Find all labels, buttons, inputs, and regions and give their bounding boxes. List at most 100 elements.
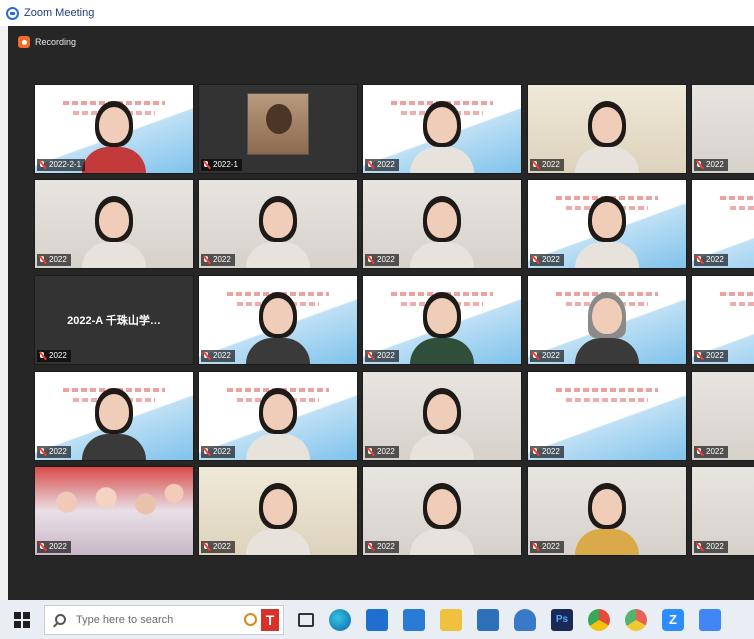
participant-name-label: 2022 <box>694 254 728 266</box>
mic-muted-icon <box>203 256 210 264</box>
windows-taskbar: Type here to search T Ps Z <box>0 600 754 639</box>
participant-name-label: 2022 <box>201 446 235 458</box>
zoom-app-icon[interactable]: Z <box>662 608 684 631</box>
t-app-icon[interactable]: T <box>261 608 279 631</box>
participant-tile[interactable]: 2022 <box>691 275 754 365</box>
edge-browser-icon[interactable] <box>329 608 351 631</box>
participant-name-label: 2022 <box>694 159 728 171</box>
participant-name: 2022 <box>706 447 724 456</box>
file-explorer-icon[interactable] <box>440 608 462 631</box>
chrome-second-icon[interactable] <box>625 608 647 631</box>
participant-tile[interactable]: 2022 <box>34 466 194 556</box>
search-icon <box>55 614 66 625</box>
mic-muted-icon <box>532 161 539 169</box>
mic-muted-icon <box>367 543 374 551</box>
participant-name: 2022 <box>706 351 724 360</box>
taskbar-search-input[interactable]: Type here to search T <box>44 604 284 635</box>
participant-tile[interactable]: 2022 <box>362 371 522 461</box>
participant-name: 2022 <box>377 542 395 551</box>
participant-tile[interactable]: 2022 <box>362 466 522 556</box>
window-title: Zoom Meeting <box>24 7 95 19</box>
participant-name-label: 2022 <box>201 541 235 553</box>
mail-icon[interactable] <box>403 608 425 631</box>
mic-muted-icon <box>532 256 539 264</box>
photoshop-icon[interactable]: Ps <box>551 608 573 631</box>
participant-name-label: 2022 <box>694 350 728 362</box>
mic-muted-icon <box>367 256 374 264</box>
participant-name: 2022 <box>213 542 231 551</box>
participant-tile[interactable]: 2022 <box>527 371 687 461</box>
participant-name: 2022-1 <box>213 160 238 169</box>
participant-name: 2022 <box>542 255 560 264</box>
chrome-icon[interactable] <box>588 608 610 631</box>
participant-name: 2022 <box>706 255 724 264</box>
participant-tile[interactable]: 2022 <box>527 275 687 365</box>
participant-name-label: 2022 <box>365 350 399 362</box>
mic-muted-icon <box>203 161 210 169</box>
participant-tile[interactable]: 2022 <box>198 275 358 365</box>
participant-video <box>407 190 477 268</box>
mic-muted-icon <box>696 352 703 360</box>
participant-tile[interactable]: 2022-1 <box>198 84 358 174</box>
participant-name-label: 2022 <box>530 541 564 553</box>
briefcase-icon[interactable] <box>477 608 499 631</box>
participant-tile[interactable]: 2022 <box>34 179 194 269</box>
participant-tile[interactable]: 2022 <box>198 179 358 269</box>
participant-tile[interactable]: 2022 <box>362 84 522 174</box>
participant-name-label: 2022 <box>37 350 71 362</box>
participant-tile[interactable]: 2022-A 千珠山学… 2022 <box>34 275 194 365</box>
mic-muted-icon <box>39 256 46 264</box>
participant-profile-picture <box>247 93 309 155</box>
participant-tile[interactable]: 2022 <box>198 466 358 556</box>
recording-label: Recording <box>35 37 77 47</box>
video-grid: 2022-2-1 2022-1 2022 2022 2022 2022 2022 2022 20… <box>0 26 754 600</box>
participant-name-label: 2022 <box>530 254 564 266</box>
participant-name-label: 2022 <box>694 541 728 553</box>
participant-name: 2022 <box>49 447 67 456</box>
recording-indicator[interactable]: Recording <box>18 36 76 48</box>
participant-name-label: 2022 <box>201 350 235 362</box>
participant-name: 2022 <box>542 542 560 551</box>
participant-video <box>79 190 149 268</box>
participant-tile[interactable]: 2022 <box>362 179 522 269</box>
participant-name: 2022 <box>377 447 395 456</box>
participant-tile[interactable]: 2022 <box>527 84 687 174</box>
meeting-gallery-view: 2022-2-1 2022-1 2022 2022 2022 2022 2022 2022 20… <box>0 26 754 600</box>
search-placeholder: Type here to search <box>76 613 174 626</box>
participant-tile[interactable]: 2022 <box>362 275 522 365</box>
mic-muted-icon <box>532 352 539 360</box>
participant-tile[interactable]: 2022 <box>691 466 754 556</box>
cortana-icon[interactable] <box>244 613 257 626</box>
participant-tile[interactable]: 2022 <box>527 179 687 269</box>
participant-tile[interactable]: 2022 <box>34 371 194 461</box>
mic-muted-icon <box>696 161 703 169</box>
participant-name: 2022-2-1 <box>49 160 82 169</box>
zoom-logo-icon <box>6 6 19 20</box>
participant-video <box>407 286 477 364</box>
mic-muted-icon <box>203 352 210 360</box>
participant-tile[interactable]: 2022 <box>691 371 754 461</box>
store-icon[interactable] <box>366 608 388 631</box>
participant-tile[interactable]: 2022 <box>527 466 687 556</box>
participant-tile[interactable]: 2022-2-1 <box>34 84 194 174</box>
participant-tile[interactable]: 2022 <box>691 179 754 269</box>
participant-name: 2022 <box>377 351 395 360</box>
mic-muted-icon <box>367 161 374 169</box>
participant-tile[interactable]: 2022 <box>198 371 358 461</box>
participant-tile[interactable]: 2022 <box>691 84 754 174</box>
participant-name: 2022 <box>542 351 560 360</box>
participant-video <box>407 382 477 460</box>
participant-name: 2022 <box>706 542 724 551</box>
participant-name: 2022 <box>542 160 560 169</box>
task-view-icon[interactable] <box>298 612 314 627</box>
participant-name-label: 2022 <box>365 159 399 171</box>
mic-muted-icon <box>203 543 210 551</box>
participant-name: 2022 <box>213 255 231 264</box>
participant-video <box>572 95 642 173</box>
people-app-icon[interactable] <box>514 608 536 631</box>
window-titlebar: Zoom Meeting <box>0 0 754 26</box>
participant-name-label: 2022 <box>365 254 399 266</box>
blue-app-icon[interactable] <box>699 608 721 631</box>
windows-start-icon[interactable] <box>14 611 30 628</box>
participant-name-label: 2022 <box>365 541 399 553</box>
